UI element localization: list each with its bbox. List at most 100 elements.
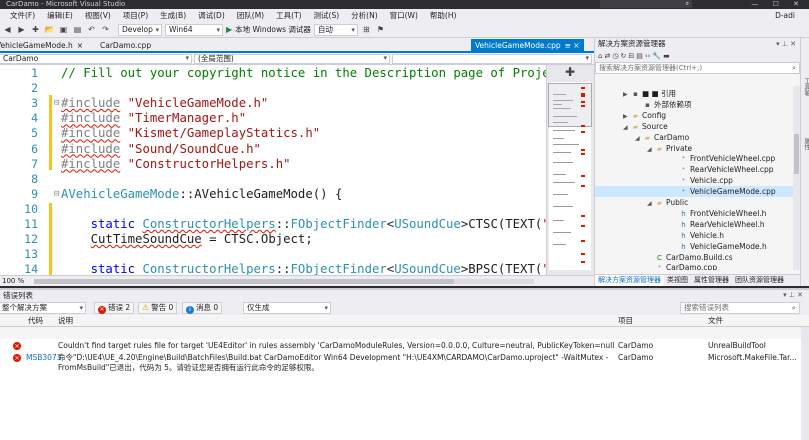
back-icon[interactable]: ◀ <box>2 24 13 35</box>
error-row[interactable]: ✕ MSB3073 命令"D:\UE4\UE_4.20\Engine\Build\B… <box>0 353 800 375</box>
error-search-input[interactable]: 搜索错误列表 ⌕ <box>680 302 800 314</box>
home-icon[interactable]: ⌂ <box>598 52 602 60</box>
menu-item[interactable]: 工具(T) <box>270 10 307 21</box>
sync-icon[interactable]: ⇄ <box>604 52 610 60</box>
error-marker[interactable] <box>581 225 585 227</box>
toolbox-tab[interactable]: 工具箱 <box>802 78 809 96</box>
tree-item[interactable]: ▪ 外部依赖项 <box>635 99 691 110</box>
run-mode-select[interactable]: 自动 <box>313 23 358 36</box>
tree-item[interactable]: ⁺ FrontVehicleWheel.cpp <box>671 153 776 164</box>
error-marker[interactable] <box>581 185 585 187</box>
tree-item[interactable]: C CarDamo.Build.cs <box>647 252 733 263</box>
code-line[interactable]: 7 #include "ConstructorHelpers.h" <box>0 157 546 172</box>
column-code[interactable]: 代码 <box>28 315 43 327</box>
code-line[interactable]: 12 CutTimeSoundCue = CTSC.Object; <box>0 232 546 247</box>
tab-vehiclegamemode-h[interactable]: VehicleGameMode.h × <box>0 39 83 52</box>
forward-icon[interactable]: ▶ <box>16 24 27 35</box>
tree-item[interactable]: h VehicleGameMode.h <box>671 241 766 252</box>
menu-item[interactable]: 调试(D) <box>192 10 231 21</box>
error-marker[interactable] <box>581 95 585 97</box>
build-filter-select[interactable]: 仅生成 <box>243 302 331 314</box>
menu-item[interactable]: 测试(S) <box>308 10 346 21</box>
code-line[interactable]: 3 ⊟ #include "VehicleGameMode.h" <box>0 96 546 111</box>
tree-item[interactable]: ◢ ▰ Private <box>647 143 692 154</box>
column-project[interactable]: 项目 <box>618 315 633 327</box>
error-marker[interactable] <box>581 261 585 263</box>
properties-icon[interactable]: 🔧 <box>652 52 661 60</box>
collapse-icon[interactable]: ⊟ <box>628 52 634 60</box>
save-icon[interactable]: ▣ <box>58 24 69 35</box>
tree-item[interactable]: ◢ ▰ CarDamo <box>635 132 689 143</box>
code-line[interactable]: 5 #include "Kismet/GameplayStatics.h" <box>0 126 546 141</box>
collapse-icon[interactable]: ⊟ <box>54 187 59 202</box>
error-marker[interactable] <box>581 87 585 89</box>
refresh-icon[interactable]: ↻ <box>620 52 626 60</box>
error-marker[interactable] <box>581 175 585 177</box>
properties-tab[interactable]: 属性 <box>802 138 809 150</box>
menu-item[interactable]: 窗口(W) <box>384 10 424 21</box>
undo-icon[interactable]: ↶ <box>86 24 97 35</box>
new-project-icon[interactable]: ✚ <box>30 24 41 35</box>
code-line[interactable]: 2 <box>0 81 546 96</box>
bottom-tab[interactable]: 属性管理器 <box>691 275 732 286</box>
close-icon[interactable]: × <box>77 41 83 50</box>
error-list-scrollbar[interactable] <box>801 327 809 440</box>
error-marker[interactable] <box>581 101 585 103</box>
code-line[interactable]: 6 #include "Sound/SoundCue.h" <box>0 142 546 157</box>
bottom-tab[interactable]: 团队资源管理器 <box>732 275 787 286</box>
menu-item[interactable]: 分析(N) <box>345 10 383 21</box>
menu-item[interactable]: 项目(P) <box>117 10 154 21</box>
error-marker[interactable] <box>581 105 585 107</box>
menu-item[interactable]: 文件(F) <box>4 10 41 21</box>
error-marker[interactable] <box>581 149 585 151</box>
scope-filter-select[interactable]: 整个解决方案 <box>0 302 86 314</box>
user-account[interactable]: D-adi <box>775 9 795 22</box>
play-icon[interactable]: ▶ <box>226 25 232 34</box>
error-marker[interactable] <box>581 153 585 155</box>
errors-filter-button[interactable]: ✕ 错误 2 <box>94 302 135 314</box>
menu-item[interactable]: 编辑(E) <box>41 10 79 21</box>
run-debugger-button[interactable]: 本地 Windows 调试器 <box>235 24 311 35</box>
code-line[interactable]: 11 static ConstructorHelpers::FObjectFin… <box>0 217 546 232</box>
code-line[interactable]: 1 // Fill out your copyright notice in th… <box>0 66 546 81</box>
editor-scroll-map[interactable]: ✚ <box>546 65 594 275</box>
expand-arrow-icon[interactable]: ▶ <box>623 89 631 100</box>
code-line[interactable]: 10 <box>0 202 546 217</box>
attach-icon[interactable]: ⊞ <box>361 24 372 35</box>
tree-item[interactable]: ⁺ CarDamo.cpp <box>647 262 717 270</box>
code-line[interactable]: 14 static ConstructorHelpers::FObjectFin… <box>0 262 546 275</box>
tree-item[interactable]: h RearVehicleWheel.h <box>671 219 764 230</box>
error-marker[interactable] <box>581 240 585 242</box>
messages-filter-button[interactable]: i 消息 0 <box>182 302 223 314</box>
collapse-icon[interactable]: ⊟ <box>54 96 59 111</box>
tree-scrollbar[interactable] <box>793 86 800 270</box>
project-dropdown[interactable]: CarDamo <box>0 54 192 64</box>
zoom-level[interactable]: 100 % <box>2 277 24 285</box>
preview-icon[interactable]: ▬ <box>663 52 670 60</box>
column-description[interactable]: 说明 <box>58 315 73 327</box>
scroll-thumb[interactable] <box>34 279 454 284</box>
menu-item[interactable]: 视图(V) <box>79 10 117 21</box>
minimap-viewport[interactable] <box>548 83 592 127</box>
pin-close-icon[interactable]: ≡ × <box>565 41 580 50</box>
history-icon[interactable]: ◷ <box>612 52 618 60</box>
code-line[interactable]: 9 ⊟ AVehicleGameMode::AVehicleGameMode() { <box>0 187 546 202</box>
window-controls[interactable]: — ☐ ✕ <box>751 0 805 9</box>
code-icon[interactable]: ‹› <box>645 52 651 60</box>
open-icon[interactable]: 📂 <box>44 24 55 35</box>
tree-item[interactable]: ⁺ RearVehicleWheel.cpp <box>671 164 774 175</box>
error-marker[interactable] <box>581 215 585 217</box>
tree-item[interactable]: ▶ ▰ Config <box>623 110 666 121</box>
tree-item[interactable]: ⁺ VehicleGameMode.cpp <box>595 186 794 198</box>
expand-arrow-icon[interactable]: ◢ <box>623 122 631 133</box>
code-line[interactable]: 13 <box>0 247 546 262</box>
error-marker[interactable] <box>581 253 585 255</box>
warnings-filter-button[interactable]: ⚠ 警告 0 <box>138 302 178 314</box>
tree-item[interactable]: h Vehicle.h <box>671 230 724 241</box>
menu-item[interactable]: 生成(B) <box>154 10 192 21</box>
tree-item[interactable]: h FrontVehicleWheel.h <box>671 208 766 219</box>
expand-arrow-icon[interactable]: ◢ <box>647 198 655 209</box>
code-editor[interactable]: 1 // Fill out your copyright notice in th… <box>0 65 546 275</box>
horizontal-scrollbar[interactable] <box>34 279 534 284</box>
error-marker[interactable] <box>581 125 585 127</box>
